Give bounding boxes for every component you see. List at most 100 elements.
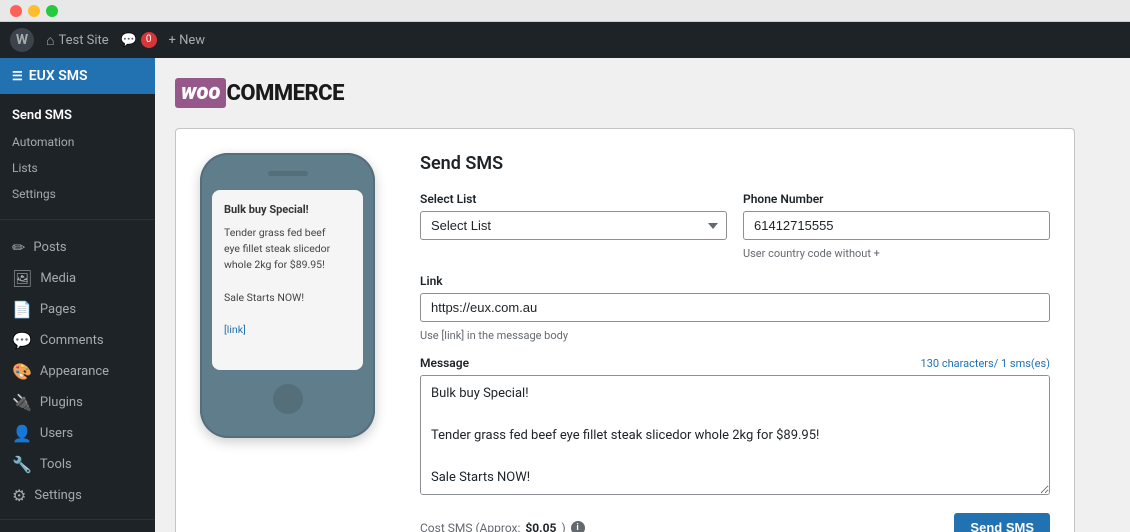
appearance-label: Appearance xyxy=(40,364,109,379)
sidebar-item-users[interactable]: 👤 Users xyxy=(0,418,155,449)
window-chrome xyxy=(0,0,1130,22)
select-list-input[interactable]: Select List xyxy=(420,211,727,240)
media-icon: 🖼 xyxy=(12,269,32,288)
main-layout: ☰ EUX SMS Send SMS Automation Lists Sett… xyxy=(0,58,1130,532)
cost-label: Cost SMS (Approx: xyxy=(420,521,520,532)
plugins-icon: 🔌 xyxy=(12,393,32,412)
comments-nav-label: Comments xyxy=(40,333,104,348)
message-textarea[interactable]: Bulk buy Special! Tender grass fed beef … xyxy=(420,375,1050,495)
form-row-link: Link Use [link] in the message body xyxy=(420,274,1050,342)
phone-screen-body: Tender grass fed beef eye fillet steak s… xyxy=(224,225,351,339)
sidebar-item-tools[interactable]: 🔧 Tools xyxy=(0,449,155,480)
cost-value: $0.05 xyxy=(525,521,556,532)
sidebar-item-appearance[interactable]: 🎨 Appearance xyxy=(0,356,155,387)
comments-icon: 💬 xyxy=(121,33,137,48)
send-sms-button[interactable]: Send SMS xyxy=(954,513,1050,532)
settings-wp-icon: ⚙ xyxy=(12,486,26,505)
info-icon[interactable]: i xyxy=(571,521,585,532)
sidebar-item-settings[interactable]: Settings xyxy=(0,181,155,207)
woo-logo: woo COMMERCE xyxy=(175,78,344,108)
plugins-label: Plugins xyxy=(40,395,83,410)
cost-suffix: ) xyxy=(561,521,565,532)
select-list-group: Select List Select List xyxy=(420,192,727,260)
wp-logo[interactable]: W xyxy=(10,28,34,52)
link-input[interactable] xyxy=(420,293,1050,322)
phone-screen: Bulk buy Special! Tender grass fed beef … xyxy=(212,190,363,370)
phone-mockup-container: Bulk buy Special! Tender grass fed beef … xyxy=(200,153,390,532)
users-icon: 👤 xyxy=(12,424,32,443)
main-panel: Bulk buy Special! Tender grass fed beef … xyxy=(175,128,1075,532)
sidebar: ☰ EUX SMS Send SMS Automation Lists Sett… xyxy=(0,58,155,532)
phone-line1: Tender grass fed beef xyxy=(224,226,325,239)
comments-nav-icon: 💬 xyxy=(12,331,32,350)
link-hint: Use [link] in the message body xyxy=(420,329,1050,342)
phone-number-label: Phone Number xyxy=(743,192,1050,206)
select-list-label: Select List xyxy=(420,192,727,206)
link-group: Link Use [link] in the message body xyxy=(420,274,1050,342)
sidebar-item-automation[interactable]: Automation xyxy=(0,129,155,155)
phone-speaker xyxy=(268,171,308,176)
posts-label: Posts xyxy=(33,240,66,255)
form-title: Send SMS xyxy=(420,153,1050,174)
cost-sms: Cost SMS (Approx: $0.05 ) i xyxy=(420,521,585,532)
message-group: Message 130 characters/ 1 sms(es) Bulk b… xyxy=(420,356,1050,499)
sidebar-item-plugins[interactable]: 🔌 Plugins xyxy=(0,387,155,418)
phone-screen-title: Bulk buy Special! xyxy=(224,202,351,219)
users-label: Users xyxy=(40,426,73,441)
content-area: woo COMMERCE Bulk buy Special! Tender gr… xyxy=(155,58,1130,532)
lists-label: Lists xyxy=(12,161,38,175)
sidebar-item-comments[interactable]: 💬 Comments xyxy=(0,325,155,356)
plugin-menu: Send SMS Automation Lists Settings xyxy=(0,94,155,215)
phone-number-group: Phone Number User country code without + xyxy=(743,192,1050,260)
appearance-icon: 🎨 xyxy=(12,362,32,381)
message-char-count: 130 characters/ 1 sms(es) xyxy=(921,357,1050,370)
woo-logo-text-part: COMMERCE xyxy=(226,81,343,106)
plugin-header[interactable]: ☰ EUX SMS xyxy=(0,58,155,94)
posts-icon: ✏ xyxy=(12,238,25,257)
pages-label: Pages xyxy=(40,302,76,317)
pages-icon: 📄 xyxy=(12,300,32,319)
maximize-button[interactable] xyxy=(46,5,58,17)
phone-hint: User country code without + xyxy=(743,247,1050,260)
send-sms-label: Send SMS xyxy=(12,108,72,123)
link-label: Link xyxy=(420,274,1050,288)
wp-menu: ✏ Posts 🖼 Media 📄 Pages 💬 Comments 🎨 App… xyxy=(0,224,155,519)
sidebar-item-lists[interactable]: Lists xyxy=(0,155,155,181)
settings-wp-label: Settings xyxy=(34,488,81,503)
woo-logo-w-part: woo xyxy=(175,78,226,108)
sidebar-item-pages[interactable]: 📄 Pages xyxy=(0,294,155,325)
admin-bar: W ⌂ Test Site 💬 0 + New xyxy=(0,22,1130,58)
close-button[interactable] xyxy=(10,5,22,17)
form-row-list-phone: Select List Select List Phone Number Use… xyxy=(420,192,1050,260)
sidebar-item-settings-wp[interactable]: ⚙ Settings xyxy=(0,480,155,511)
home-icon: ⌂ xyxy=(46,32,54,49)
phone-mockup: Bulk buy Special! Tender grass fed beef … xyxy=(200,153,375,438)
menu-icon: ☰ xyxy=(12,69,23,83)
collapse-menu[interactable]: ◀ Collapse menu xyxy=(0,519,155,532)
phone-number-input[interactable] xyxy=(743,211,1050,240)
plugin-title: EUX SMS xyxy=(29,68,88,84)
sidebar-item-send-sms[interactable]: Send SMS xyxy=(0,102,155,129)
woo-header: woo COMMERCE xyxy=(175,78,1110,108)
media-label: Media xyxy=(40,271,76,286)
sidebar-item-media[interactable]: 🖼 Media xyxy=(0,263,155,294)
new-label: + New xyxy=(169,33,206,48)
sidebar-item-posts[interactable]: ✏ Posts xyxy=(0,232,155,263)
message-header: Message 130 characters/ 1 sms(es) xyxy=(420,356,1050,370)
admin-bar-new[interactable]: + New xyxy=(169,33,206,48)
minimize-button[interactable] xyxy=(28,5,40,17)
send-sms-form: Send SMS Select List Select List Phone N… xyxy=(420,153,1050,532)
phone-link: [link] xyxy=(224,323,246,336)
form-footer: Cost SMS (Approx: $0.05 ) i Send SMS xyxy=(420,513,1050,532)
settings-label: Settings xyxy=(12,187,56,201)
admin-bar-comments[interactable]: 💬 0 xyxy=(121,32,157,48)
sidebar-divider xyxy=(0,219,155,220)
automation-label: Automation xyxy=(12,135,74,149)
tools-icon: 🔧 xyxy=(12,455,32,474)
phone-line4: Sale Starts NOW! xyxy=(224,291,304,304)
admin-bar-home[interactable]: ⌂ Test Site xyxy=(46,32,109,49)
tools-label: Tools xyxy=(40,457,72,472)
site-name: Test Site xyxy=(58,33,108,48)
phone-line3: whole 2kg for $89.95! xyxy=(224,258,325,271)
message-label: Message xyxy=(420,356,469,370)
